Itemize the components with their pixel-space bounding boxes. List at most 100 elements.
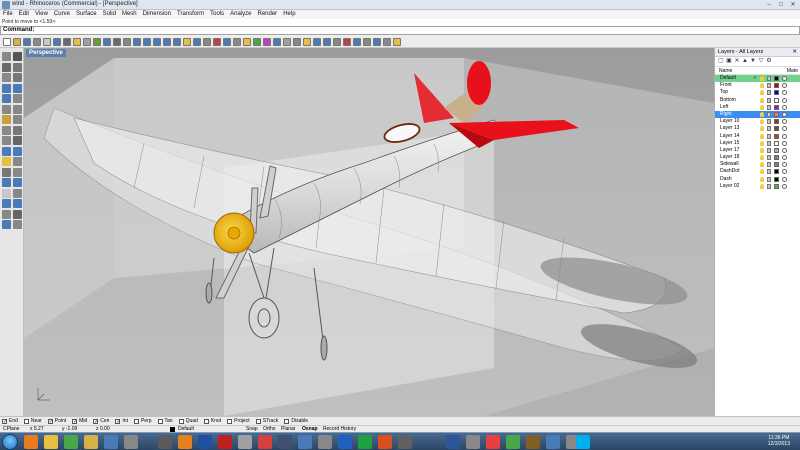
osnap-checkbox[interactable] <box>203 418 209 424</box>
group-tool-icon[interactable] <box>13 220 22 229</box>
sweep-tool-icon[interactable] <box>2 125 11 135</box>
undo-icon[interactable] <box>53 37 61 46</box>
new-icon[interactable] <box>3 37 11 46</box>
material-icon[interactable] <box>782 76 787 81</box>
curve-icon[interactable] <box>303 37 311 46</box>
material-icon[interactable] <box>782 140 787 146</box>
visibility-bulb-icon[interactable] <box>760 76 764 81</box>
taskbar-firefox-icon[interactable] <box>24 435 38 449</box>
layer-color-swatch[interactable] <box>774 162 779 168</box>
name-column-header[interactable]: Name <box>719 68 732 74</box>
new-sublayer-icon[interactable]: ▣ <box>726 58 732 65</box>
menu-solid[interactable]: Solid <box>100 10 119 19</box>
lock-icon[interactable] <box>767 119 771 125</box>
osnap-disable[interactable]: Disable <box>284 418 308 424</box>
cone-tool-icon[interactable] <box>13 146 22 156</box>
visibility-bulb-icon[interactable] <box>760 97 764 103</box>
material-icon[interactable] <box>782 147 787 153</box>
osnap-checkbox[interactable]: ✓ <box>115 418 121 424</box>
visibility-bulb-icon[interactable] <box>760 169 764 175</box>
layer-row[interactable]: Layer 17 <box>715 147 800 154</box>
taskbar-acrobat-icon[interactable] <box>218 435 232 449</box>
help-icon[interactable] <box>383 37 391 46</box>
material-icon[interactable] <box>782 176 787 182</box>
revolve-tool-icon[interactable] <box>13 125 22 135</box>
menu-analyze[interactable]: Analyze <box>227 10 254 19</box>
select-icon[interactable] <box>173 37 181 46</box>
taskbar-illustrator-icon[interactable] <box>178 435 192 449</box>
layer-row[interactable]: Layer 14 <box>715 133 800 140</box>
layer-color-swatch[interactable] <box>774 76 779 81</box>
join-tool-icon[interactable] <box>13 178 22 187</box>
perspective-viewport[interactable]: Perspective <box>24 48 714 416</box>
explode-tool-icon[interactable] <box>2 188 11 198</box>
lock-icon[interactable] <box>767 147 771 153</box>
ellipse-tool-icon[interactable] <box>13 83 22 93</box>
material-icon[interactable] <box>782 97 787 103</box>
point-icon[interactable] <box>293 37 301 46</box>
taskbar-rhino-icon[interactable] <box>158 435 172 449</box>
taskbar-game-icon[interactable] <box>466 435 480 449</box>
polyline-tool-icon[interactable] <box>2 62 11 72</box>
lock-icon[interactable] <box>767 104 771 110</box>
layer-row[interactable]: Front <box>715 82 800 89</box>
start-button[interactable] <box>2 434 18 450</box>
mesh-icon[interactable] <box>333 37 341 46</box>
light-icon[interactable] <box>263 37 271 46</box>
lock-icon[interactable] <box>767 126 771 132</box>
osnap-tan[interactable]: Tan <box>157 418 173 424</box>
layer-row[interactable]: Layer 15 <box>715 140 800 147</box>
split-tool-icon[interactable] <box>2 178 11 187</box>
pan-icon[interactable] <box>93 37 101 46</box>
render-icon[interactable] <box>233 37 241 46</box>
save-icon[interactable] <box>23 37 31 46</box>
visibility-bulb-icon[interactable] <box>760 162 764 168</box>
taskbar-explorer-icon[interactable] <box>44 435 58 449</box>
material-icon[interactable] <box>782 133 787 139</box>
texture-icon[interactable] <box>273 37 281 46</box>
surface-tool-icon[interactable] <box>13 104 22 114</box>
menu-edit[interactable]: Edit <box>16 10 32 19</box>
snapshot-icon[interactable] <box>373 37 381 46</box>
dim-icon[interactable] <box>343 37 351 46</box>
taskbar-skype-icon[interactable] <box>576 435 590 449</box>
layer-row[interactable]: Right <box>715 110 800 119</box>
color-icon[interactable] <box>253 37 261 46</box>
loft-tool-icon[interactable] <box>13 115 22 124</box>
taskbar-camera-icon[interactable] <box>398 435 412 449</box>
panel-close-icon[interactable]: ✕ <box>792 48 797 57</box>
rotate-tool-icon[interactable] <box>13 199 22 208</box>
osnap-strack[interactable]: STrack <box>255 418 278 424</box>
polygon-tool-icon[interactable] <box>13 94 22 103</box>
taskbar-alert-icon[interactable] <box>486 435 500 449</box>
layer-row[interactable]: Top <box>715 89 800 96</box>
osnap-checkbox[interactable] <box>178 418 184 424</box>
layer-color-swatch[interactable] <box>774 133 779 139</box>
layer-color-swatch[interactable] <box>774 147 779 153</box>
material-icon[interactable] <box>782 155 787 161</box>
layer-row[interactable]: Default ✓ <box>715 75 800 83</box>
layer-color-swatch[interactable] <box>774 97 779 103</box>
box-tool-icon[interactable] <box>2 136 11 145</box>
lock-icon[interactable] <box>767 111 771 117</box>
menu-render[interactable]: Render <box>255 10 281 19</box>
taskbar-photoshop-icon[interactable] <box>198 435 212 449</box>
taskbar-outlook-icon[interactable] <box>338 435 352 449</box>
copy-tool-icon[interactable] <box>2 199 11 208</box>
lock-icon[interactable] <box>767 155 771 161</box>
menu-surface[interactable]: Surface <box>73 10 100 19</box>
material-icon[interactable] <box>782 111 787 117</box>
zoom-icon[interactable] <box>113 37 121 46</box>
lock-icon[interactable] <box>767 76 771 81</box>
visibility-bulb-icon[interactable] <box>760 140 764 146</box>
osnap-checkbox[interactable] <box>133 418 139 424</box>
menu-transform[interactable]: Transform <box>174 10 207 19</box>
visibility-bulb-icon[interactable] <box>760 176 764 182</box>
material-icon[interactable] <box>782 126 787 132</box>
boolean-tool-icon[interactable] <box>13 157 22 166</box>
lock-icon[interactable] <box>767 162 771 168</box>
material-icon[interactable] <box>782 90 787 96</box>
sphere-tool-icon[interactable] <box>13 136 22 145</box>
mesh-tool-icon[interactable] <box>2 167 11 177</box>
visibility-bulb-icon[interactable] <box>760 119 764 125</box>
